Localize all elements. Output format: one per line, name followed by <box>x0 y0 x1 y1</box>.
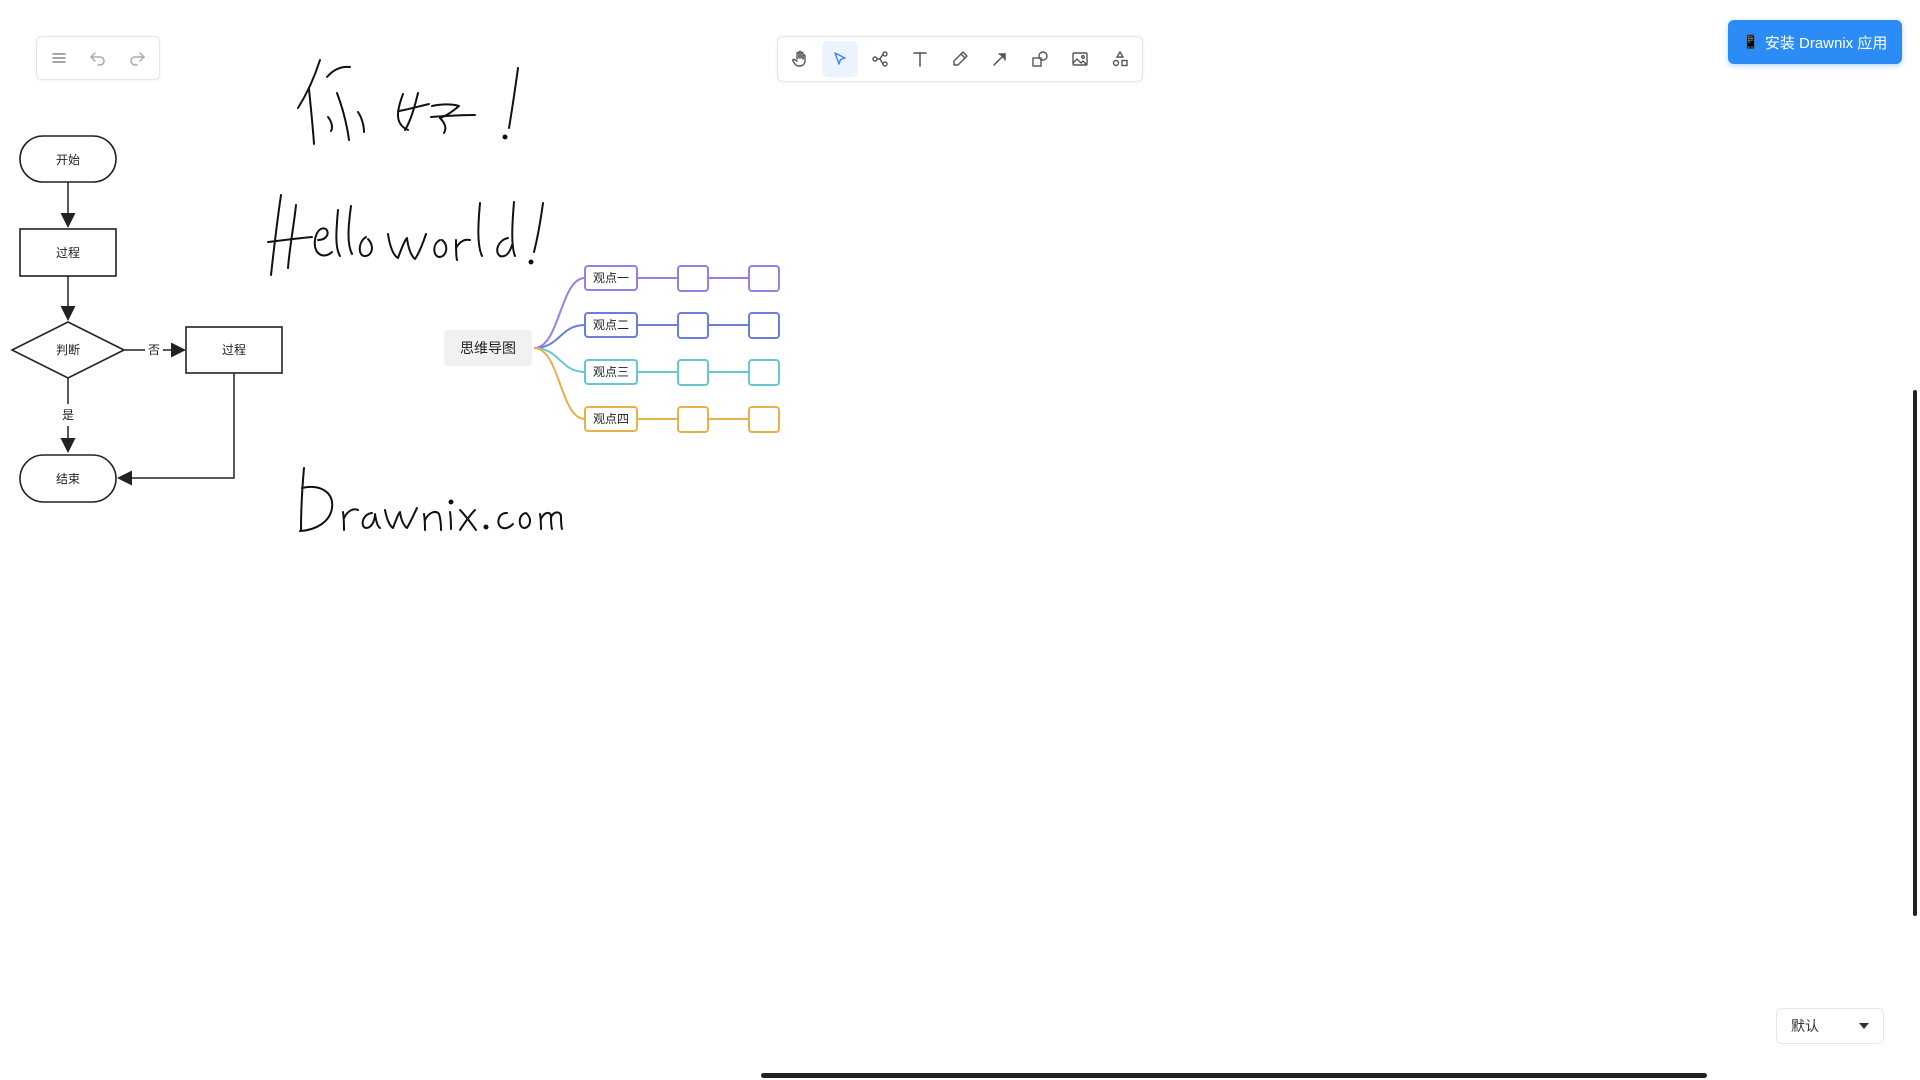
undo-icon[interactable] <box>80 40 115 76</box>
pen-icon[interactable] <box>942 41 978 77</box>
flow-start-label: 开始 <box>56 153 80 167</box>
install-app-label: 安装 Drawnix 应用 <box>1764 34 1888 52</box>
main-toolbar <box>777 36 1143 82</box>
theme-select[interactable]: 默认 <box>1776 1008 1884 1044</box>
hand-icon[interactable] <box>782 41 818 77</box>
vertical-scrollbar[interactable] <box>1913 390 1917 916</box>
shape-icon[interactable] <box>1022 41 1058 77</box>
flow-process-label-1: 过程 <box>56 245 80 260</box>
mindmap-leaf-node-1a[interactable] <box>677 265 709 292</box>
mindmap-root-label: 思维导图 <box>460 341 516 357</box>
redo-icon[interactable] <box>120 40 155 76</box>
mindmap-leaf-node-3a[interactable] <box>677 359 709 386</box>
mindmap-icon[interactable] <box>862 41 898 77</box>
mindmap-leaf-node-1b[interactable] <box>748 265 780 292</box>
mindmap-branch-label-4: 观点四 <box>593 412 629 426</box>
text-icon[interactable] <box>902 41 938 77</box>
phone-icon: 📱 <box>1742 34 1759 49</box>
flow-no-label: 否 <box>148 343 160 357</box>
flow-end-label: 结束 <box>56 472 80 486</box>
mindmap-branch-label-3: 观点三 <box>593 365 629 379</box>
image-icon[interactable] <box>1062 41 1098 77</box>
flow-decision-label: 判断 <box>56 342 80 357</box>
menu-icon[interactable] <box>41 40 76 76</box>
pointer-icon[interactable] <box>822 41 858 77</box>
handwriting-hello-chinese[interactable] <box>297 59 519 145</box>
mindmap-leaf-node-4a[interactable] <box>677 406 709 433</box>
mindmap-leaf-node-2b[interactable] <box>748 312 780 339</box>
mindmap: 思维导图 观点一 观点二 观点三 观点四 <box>444 265 780 433</box>
handwriting-hello-world[interactable] <box>267 194 544 276</box>
extra-tools-icon[interactable] <box>1102 41 1138 77</box>
mindmap-leaf-node-2a[interactable] <box>677 312 709 339</box>
flowchart: 开始 过程 判断 否 过程 是 结束 <box>10 135 283 503</box>
app-toolbar <box>36 36 160 80</box>
mindmap-branch-label-1: 观点一 <box>593 271 629 285</box>
mindmap-branch-label-2: 观点二 <box>593 318 629 332</box>
handwriting-drawnix-url[interactable] <box>299 467 563 532</box>
arrow-icon[interactable] <box>982 41 1018 77</box>
theme-select-value: 默认 <box>1791 1019 1819 1035</box>
mindmap-leaf-node-4b[interactable] <box>748 406 780 433</box>
chevron-down-icon <box>1859 1023 1869 1029</box>
flow-yes-label: 是 <box>62 408 74 422</box>
mindmap-leaf-node-3b[interactable] <box>748 359 780 386</box>
install-app-button[interactable]: 📱 安装 Drawnix 应用 <box>1728 20 1902 64</box>
drawing-canvas[interactable]: 开始 过程 判断 否 过程 是 结束 思维导图 观点一 观点二 观点三 观点四 <box>0 0 1920 1080</box>
flow-process-label-2: 过程 <box>222 342 246 357</box>
horizontal-scrollbar[interactable] <box>761 1073 1707 1078</box>
